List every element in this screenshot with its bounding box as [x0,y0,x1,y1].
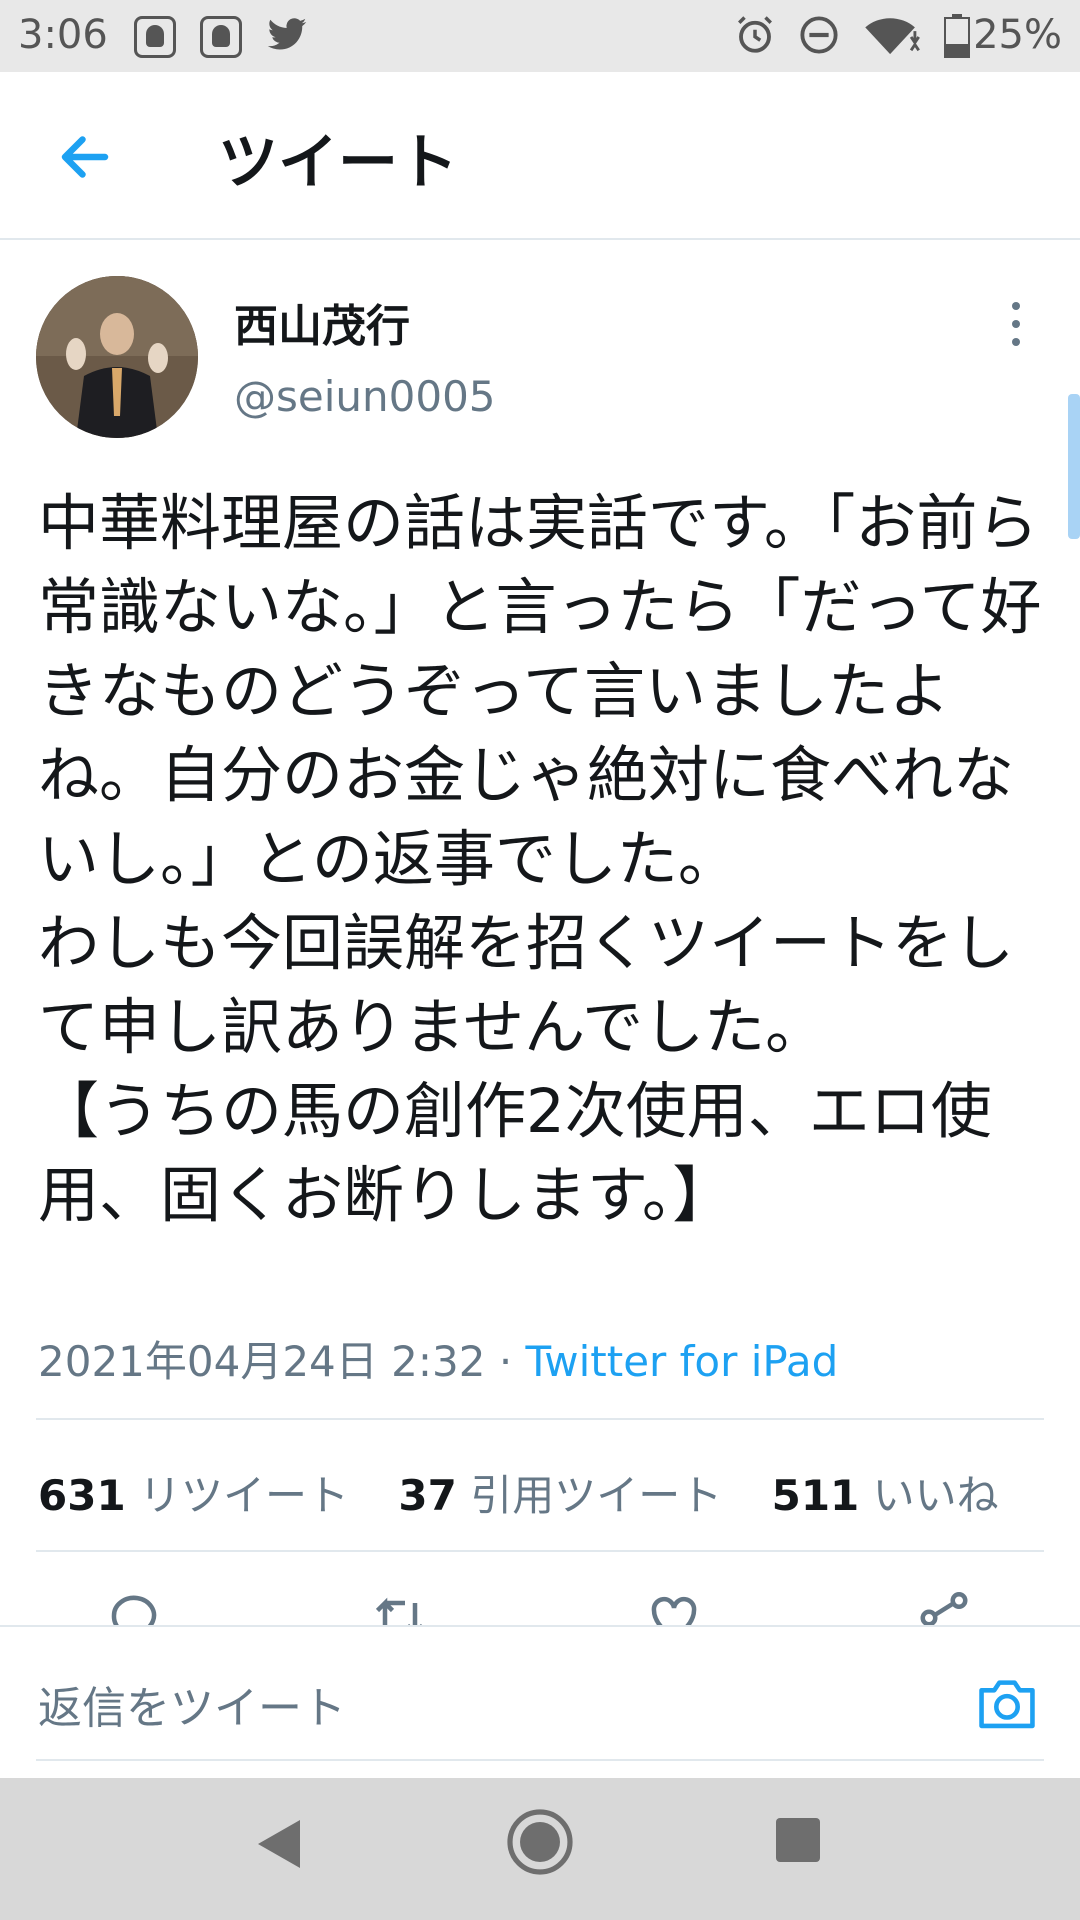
nav-back-icon[interactable] [254,1816,304,1872]
status-bar: 3:06 25% [0,0,1080,72]
divider [36,1418,1044,1420]
page-title: ツイート [218,128,458,198]
likes-stat[interactable]: 511 いいね [772,1471,999,1520]
retweets-stat[interactable]: 631 リツイート [38,1471,349,1520]
author-handle[interactable]: @seiun0005 [234,372,496,421]
battery-percent: 25% [973,12,1062,58]
tweet-actions [0,1580,1080,1625]
tweet-stats: 631 リツイート 37 引用ツイート 511 いいね [38,1462,1035,1523]
wifi-icon [865,18,920,55]
meta-separator: · [498,1337,513,1386]
twitter-icon [267,18,307,50]
divider [36,1550,1044,1552]
likes-count: 511 [771,1471,860,1520]
retweets-count: 631 [38,1471,126,1520]
tweet-text: 中華料理屋の話は実話です。「お前ら常識ないな。」と言ったら「だって好きなものどう… [38,488,1042,1231]
tweet-source[interactable]: Twitter for iPad [526,1337,839,1386]
share-icon[interactable] [914,1588,974,1625]
nav-home-icon[interactable] [506,1808,574,1876]
back-arrow-icon[interactable] [55,127,115,187]
quotes-count: 37 [398,1471,457,1520]
avatar[interactable] [36,276,198,438]
reply-underline [36,1759,1044,1761]
avatar-image [36,276,198,438]
like-icon[interactable] [644,1588,704,1625]
reply-input[interactable]: 返信をツイート [38,1672,346,1736]
scrollbar[interactable] [1068,394,1080,539]
tweet-timestamp[interactable]: 2021年04月24日 2:32 [38,1337,485,1386]
author-name[interactable]: 西山茂行 [234,290,410,354]
more-options-icon[interactable] [1010,302,1022,356]
status-time: 3:06 [18,12,108,58]
do-not-disturb-icon [800,16,838,54]
likes-label: いいね [872,1471,999,1520]
app-header: ツイート [0,72,1080,240]
alarm-icon [738,16,772,53]
quotes-label: 引用ツイート [470,1471,723,1520]
camera-icon[interactable] [976,1675,1038,1731]
app-icon [200,16,242,58]
tweet-meta: 2021年04月24日 2:32 · Twitter for iPad [38,1328,838,1389]
quotes-stat[interactable]: 37 引用ツイート [398,1471,722,1520]
reply-icon[interactable] [104,1588,164,1625]
retweets-label: リツイート [139,1471,350,1520]
retweet-icon[interactable] [370,1588,430,1625]
app-icon [134,16,176,58]
system-nav-bar [0,1778,1080,1920]
battery-icon [944,14,970,58]
nav-recents-icon[interactable] [774,1816,822,1864]
reply-bar: 返信をツイート [0,1625,1080,1777]
